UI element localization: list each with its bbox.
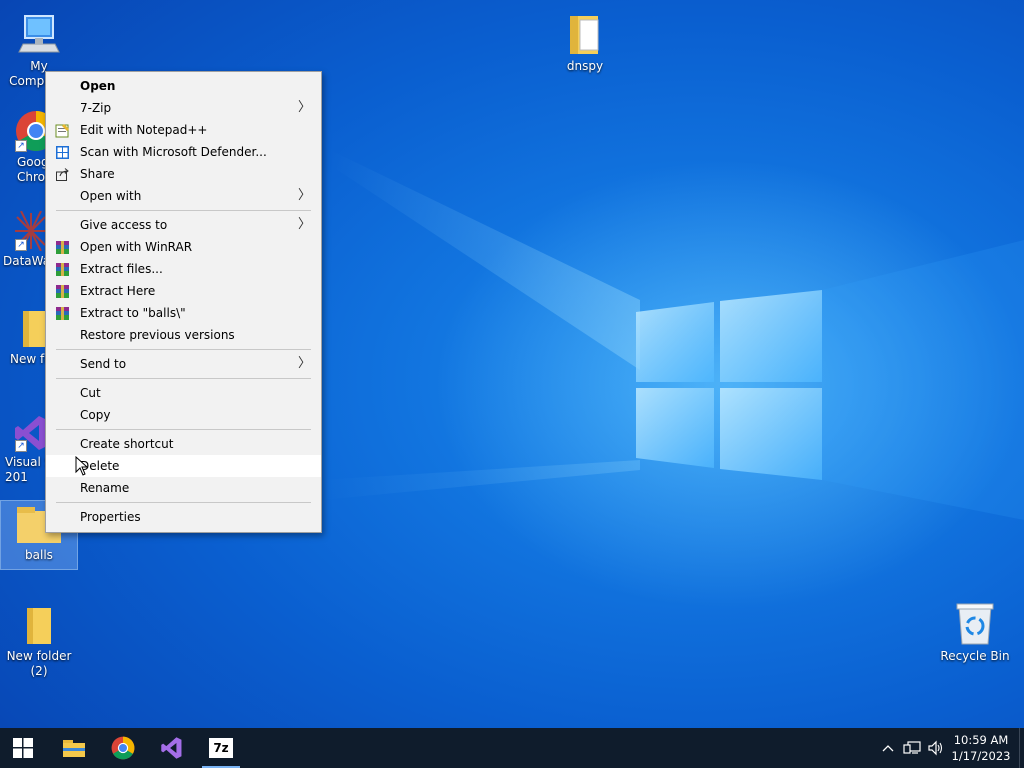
- menu-item-send-to[interactable]: Send to 〉: [46, 353, 321, 375]
- share-icon: [56, 168, 69, 181]
- taskbar-file-explorer[interactable]: [51, 728, 97, 768]
- shortcut-arrow-icon: ↗: [15, 440, 27, 452]
- show-desktop-button[interactable]: [1019, 728, 1024, 768]
- chrome-icon: [111, 736, 135, 760]
- computer-icon: [1, 10, 77, 56]
- start-button[interactable]: [0, 728, 46, 768]
- visual-studio-icon: [161, 737, 182, 759]
- mouse-cursor-icon: [75, 456, 89, 476]
- shortcut-arrow-icon: ↗: [15, 239, 27, 251]
- menu-separator: [56, 502, 311, 503]
- folder-icon: [1, 600, 77, 646]
- chevron-right-icon: 〉: [297, 188, 311, 203]
- windows-start-icon: [13, 738, 33, 758]
- defender-shield-icon: [56, 146, 69, 159]
- shortcut-arrow-icon: ↗: [15, 140, 27, 152]
- winrar-icon: [56, 307, 69, 320]
- menu-item-create-shortcut[interactable]: Create shortcut: [46, 433, 321, 455]
- menu-separator: [56, 210, 311, 211]
- folder-icon: [547, 10, 623, 56]
- taskbar: 7z 10:59 AM 1/17/2023: [0, 728, 1024, 768]
- menu-item-scan-defender[interactable]: Scan with Microsoft Defender...: [46, 141, 321, 163]
- menu-item-extract-files[interactable]: Extract files...: [46, 258, 321, 280]
- file-explorer-icon: [63, 740, 85, 757]
- menu-separator: [56, 378, 311, 379]
- menu-item-extract-here[interactable]: Extract Here: [46, 280, 321, 302]
- menu-item-copy[interactable]: Copy: [46, 404, 321, 426]
- menu-item-open[interactable]: Open: [46, 75, 321, 97]
- notepadpp-icon: [55, 124, 69, 138]
- menu-item-cut[interactable]: Cut: [46, 382, 321, 404]
- taskbar-clock[interactable]: 10:59 AM 1/17/2023: [946, 732, 1016, 764]
- menu-item-open-winrar[interactable]: Open with WinRAR: [46, 236, 321, 258]
- chevron-right-icon: 〉: [297, 100, 311, 115]
- chevron-right-icon: 〉: [297, 217, 311, 232]
- winrar-icon: [56, 241, 69, 254]
- menu-item-edit-notepadpp[interactable]: Edit with Notepad++: [46, 119, 321, 141]
- desktop-icon-new-folder-2[interactable]: New folder (2): [1, 600, 77, 679]
- menu-item-open-with[interactable]: Open with 〉: [46, 185, 321, 207]
- menu-item-restore-previous[interactable]: Restore previous versions: [46, 324, 321, 346]
- menu-separator: [56, 429, 311, 430]
- taskbar-7zip[interactable]: 7z: [198, 728, 244, 768]
- desktop-icon-recycle-bin[interactable]: Recycle Bin: [937, 600, 1013, 664]
- menu-item-rename[interactable]: Rename: [46, 477, 321, 499]
- menu-separator: [56, 349, 311, 350]
- chevron-right-icon: 〉: [297, 356, 311, 371]
- clock-time: 10:59 AM: [953, 733, 1009, 747]
- clock-date: 1/17/2023: [951, 749, 1011, 763]
- network-icon[interactable]: [903, 740, 921, 756]
- winrar-icon: [56, 263, 69, 276]
- winrar-icon: [56, 285, 69, 298]
- desktop-icon-dnspy[interactable]: dnspy: [547, 10, 623, 74]
- windows-logo-wallpaper: [636, 290, 822, 480]
- menu-item-7zip[interactable]: 7-Zip 〉: [46, 97, 321, 119]
- volume-icon[interactable]: [927, 740, 945, 756]
- menu-item-properties[interactable]: Properties: [46, 506, 321, 528]
- sevenzip-icon: 7z: [209, 738, 233, 758]
- taskbar-visual-studio[interactable]: [149, 728, 195, 768]
- taskbar-chrome[interactable]: [100, 728, 146, 768]
- recycle-bin-icon: [937, 600, 1013, 646]
- chevron-up-icon[interactable]: [880, 740, 896, 756]
- menu-item-extract-to-balls[interactable]: Extract to "balls\": [46, 302, 321, 324]
- menu-item-share[interactable]: Share: [46, 163, 321, 185]
- menu-item-give-access[interactable]: Give access to 〉: [46, 214, 321, 236]
